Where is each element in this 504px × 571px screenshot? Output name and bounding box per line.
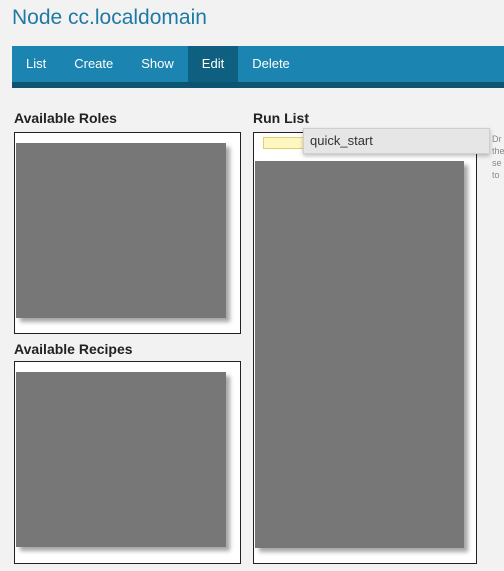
- available-recipes-list-area: [16, 372, 226, 547]
- nav-create-link[interactable]: Create: [60, 46, 127, 82]
- page-title: Node cc.localdomain: [12, 6, 207, 29]
- run-list-area: [255, 161, 464, 548]
- nav-delete-link[interactable]: Delete: [238, 46, 304, 82]
- hint-line: the: [492, 146, 504, 156]
- hint-line: to: [492, 170, 500, 180]
- hint-line: Dr: [492, 134, 502, 144]
- hint-line: se: [492, 158, 502, 168]
- nav-bar: List Create Show Edit Delete: [12, 46, 504, 88]
- available-roles-heading: Available Roles: [14, 110, 117, 126]
- run-list-drop-placeholder: [263, 137, 305, 149]
- nav-edit-link[interactable]: Edit: [187, 46, 239, 82]
- available-recipes-list[interactable]: [14, 361, 241, 564]
- available-recipes-heading: Available Recipes: [14, 341, 133, 357]
- run-list-dragging-item[interactable]: quick_start: [303, 128, 490, 154]
- nav-list-link[interactable]: List: [12, 46, 60, 82]
- run-list[interactable]: [253, 132, 477, 564]
- run-list-hint-text: Dr the se to: [492, 133, 504, 181]
- available-roles-list[interactable]: [14, 132, 241, 334]
- available-roles-list-area: [16, 143, 226, 318]
- nav-show-link[interactable]: Show: [127, 46, 188, 82]
- run-list-heading: Run List: [253, 110, 309, 126]
